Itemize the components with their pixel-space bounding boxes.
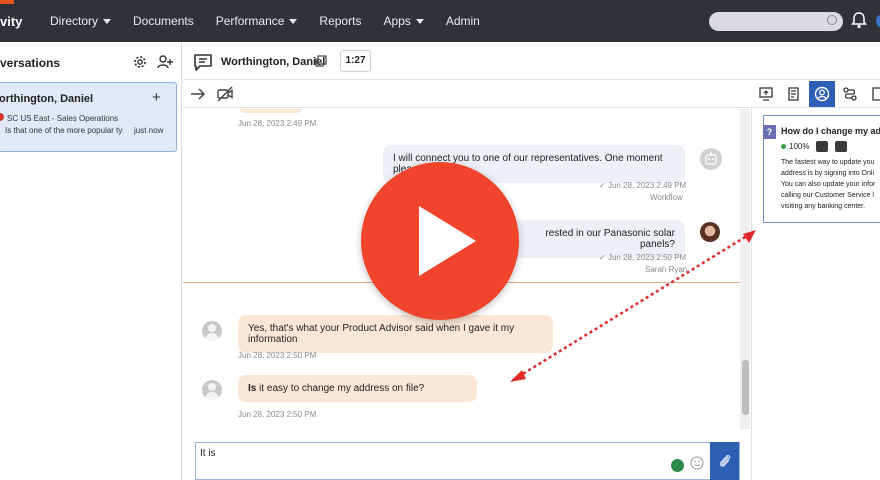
- chevron-down-icon: [415, 18, 424, 24]
- journey-icon: [843, 87, 857, 101]
- composer-input-value[interactable]: It is: [200, 448, 216, 459]
- message-timestamp: Jun 28, 2023 2:50 PM: [238, 351, 317, 360]
- bot-timestamp: Jun 28, 2023 2:49 PM: [607, 181, 687, 190]
- conversation-queue: SC US East - Sales Operations: [7, 114, 119, 123]
- robot-icon: [705, 152, 717, 165]
- customer-message-text: it easy to change my address on file?: [256, 383, 425, 394]
- customer-bubble-partial: [238, 109, 304, 113]
- play-icon: [419, 206, 476, 276]
- chevron-down-icon: [289, 18, 298, 24]
- video-off-icon[interactable]: [216, 85, 234, 103]
- knowledge-button[interactable]: [865, 81, 880, 107]
- agent-avatar: [700, 222, 720, 242]
- conversation-header: Worthington, Daniel 1:27: [183, 42, 880, 80]
- chevron-down-icon: [103, 18, 112, 24]
- customer-message-bubble: Is it easy to change my address on file?: [238, 375, 477, 402]
- agent-timestamp: Jun 28, 2023 2:50 PM: [607, 253, 687, 262]
- context-toolbar: [753, 80, 880, 108]
- customer-message-text: Yes, that's what your Product Advisor sa…: [248, 323, 515, 345]
- message-timestamp: Jun 28, 2023 2:49 PM: [238, 119, 317, 128]
- message-timestamp: Jun 28, 2023 2:50 PM: [238, 410, 317, 419]
- knowledge-title: How do I change my addre: [781, 126, 880, 136]
- attach-button[interactable]: [710, 442, 739, 480]
- priority-indicator: [0, 113, 4, 121]
- thumbs-down-icon[interactable]: [835, 141, 848, 152]
- copy-icon[interactable]: [315, 55, 327, 67]
- loading-icon: [671, 459, 684, 472]
- conversation-card[interactable]: orthington, Daniel + SC US East - Sales …: [0, 82, 177, 152]
- thumbs-up-icon[interactable]: [816, 141, 829, 152]
- bot-sender-name: Workflow: [650, 193, 683, 202]
- script-button[interactable]: [781, 81, 807, 107]
- nav-performance[interactable]: Performance: [216, 14, 298, 28]
- chat-icon: [194, 54, 212, 71]
- customer-profile-button[interactable]: [809, 81, 835, 107]
- plus-icon[interactable]: +: [152, 89, 161, 106]
- knowledge-line: address is by signing into Onli: [781, 170, 874, 177]
- user-avatar[interactable]: [876, 14, 880, 28]
- knowledge-line: visiting any banking center.: [781, 203, 866, 210]
- nav-apps[interactable]: Apps: [383, 14, 424, 28]
- video-play-button[interactable]: [361, 162, 519, 320]
- nav-reports-label: Reports: [319, 14, 362, 28]
- knowledge-icon: [872, 87, 880, 101]
- message-timestamp: ✓ Jun 28, 2023 2:49 PM: [599, 181, 687, 190]
- conversation-name: orthington, Daniel: [0, 93, 94, 105]
- paperclip-icon: [719, 454, 730, 467]
- agent-sender-name: Sarah Ryan: [645, 265, 688, 274]
- conversations-title: versations: [0, 56, 61, 70]
- nav-admin-label: Admin: [445, 14, 480, 28]
- conversation-preview: Is that one of the more popular types: [5, 126, 123, 135]
- interaction-timer: 1:27: [340, 50, 371, 72]
- nav-admin[interactable]: Admin: [446, 14, 480, 28]
- knowledge-line: You can also update your infor: [781, 181, 876, 188]
- add-user-icon[interactable]: [157, 54, 174, 70]
- nav-performance-label: Performance: [215, 14, 285, 28]
- customer-message-bubble: Yes, that's what your Product Advisor sa…: [238, 315, 553, 353]
- screen-share-icon: [759, 87, 773, 101]
- knowledge-line: calling our Customer Service l: [781, 192, 874, 199]
- transfer-arrow-icon[interactable]: [190, 87, 206, 101]
- scrollbar-thumb[interactable]: [742, 360, 749, 415]
- customer-name: Worthington, Daniel: [221, 56, 326, 68]
- agent-message-text: rested in our Panasonic solar panels?: [545, 228, 675, 250]
- knowledge-suggestion-card[interactable]: ? How do I change my addre 100% The fast…: [763, 115, 880, 223]
- journey-button[interactable]: [837, 81, 863, 107]
- user-circle-icon: [814, 86, 830, 102]
- knowledge-line: The fastest way to update you: [781, 159, 875, 166]
- search-input[interactable]: [709, 12, 843, 31]
- question-icon: ?: [763, 125, 776, 139]
- score-dot: [781, 144, 786, 149]
- screen-share-button[interactable]: [753, 81, 779, 107]
- bell-icon[interactable]: [851, 11, 867, 29]
- bot-avatar: [700, 148, 722, 170]
- conversation-time: just now: [134, 126, 164, 135]
- customer-avatar: [202, 321, 222, 341]
- message-composer[interactable]: It is: [195, 442, 740, 480]
- search-icon: [827, 15, 837, 25]
- top-nav-bar: vity Directory Documents Performance Rep…: [0, 0, 880, 42]
- script-icon: [788, 87, 799, 101]
- knowledge-body: The fastest way to update you address is…: [781, 157, 880, 212]
- nav-documents[interactable]: Documents: [133, 14, 194, 28]
- brand-accent: [0, 0, 14, 4]
- customer-avatar: [202, 380, 222, 400]
- nav-directory[interactable]: Directory: [50, 14, 112, 28]
- emoji-icon[interactable]: [690, 456, 704, 470]
- brand-label: vity: [0, 13, 23, 29]
- nav-documents-label: Documents: [133, 14, 194, 28]
- knowledge-score-value: 100%: [789, 142, 810, 151]
- message-timestamp: ✓ Jun 28, 2023 2:50 PM: [599, 253, 687, 262]
- knowledge-score: 100%: [781, 141, 848, 152]
- gear-icon[interactable]: [132, 54, 148, 70]
- nav-reports[interactable]: Reports: [319, 14, 361, 28]
- conversations-panel: versations orthington, Daniel + SC US Ea…: [0, 42, 182, 480]
- nav-apps-label: Apps: [383, 14, 411, 28]
- nav-directory-label: Directory: [50, 14, 99, 28]
